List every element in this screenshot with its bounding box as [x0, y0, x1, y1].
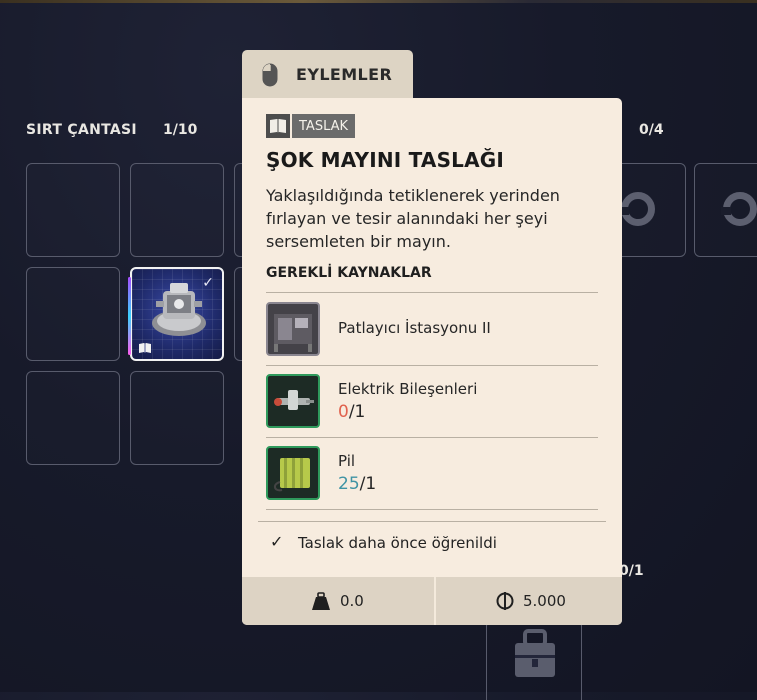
mouse-icon	[262, 63, 278, 87]
explosives-station-icon	[266, 302, 320, 356]
backpack-slot[interactable]	[26, 267, 120, 361]
item-price: 5.000	[523, 592, 566, 610]
backpack-title: SIRT ÇANTASI	[26, 122, 137, 138]
requirement-name: Patlayıcı İstasyonu II	[338, 319, 491, 337]
coin-icon	[496, 592, 514, 610]
actions-tab[interactable]: EYLEMLER	[242, 50, 413, 102]
safe-pocket-slot[interactable]	[486, 620, 582, 700]
empty-slot-ring-icon	[721, 192, 757, 226]
item-title: ŞOK MAYINI TASLAĞI	[266, 148, 505, 172]
right-panel-count: 0/4	[639, 122, 664, 138]
backpack-slot[interactable]	[130, 163, 224, 257]
requirement-name: Elektrik Bileşenleri	[338, 380, 478, 398]
requirement-quantity: 25/1	[338, 474, 377, 494]
checkmark-icon: ✓	[270, 532, 284, 551]
lock-icon	[515, 629, 555, 677]
blueprint-book-icon	[266, 114, 290, 138]
backpack-count: 1/10	[163, 122, 198, 138]
divider	[258, 521, 606, 522]
backpack-slot-selected[interactable]: ✓	[128, 267, 224, 361]
top-accent-line	[0, 0, 757, 3]
learned-status: Taslak daha önce öğrenildi	[298, 534, 497, 552]
owned-check-icon: ✓	[202, 275, 214, 291]
weight-icon	[312, 592, 330, 610]
item-weight: 0.0	[340, 592, 364, 610]
equipment-slot[interactable]	[694, 163, 757, 257]
actions-tab-label: EYLEMLER	[296, 65, 393, 84]
blueprint-book-icon	[139, 343, 151, 353]
backpack-slot[interactable]	[130, 371, 224, 465]
requirement-name: Pil	[338, 452, 356, 470]
requirement-item: Pil 25/1	[266, 437, 598, 510]
requirements-heading: GEREKLİ KAYNAKLAR	[266, 265, 432, 281]
tooltip-footer: 0.0 5.000	[242, 577, 622, 625]
electrical-components-icon	[266, 374, 320, 428]
requirement-quantity: 0/1	[338, 402, 366, 422]
lower-panel-count: 0/1	[619, 563, 644, 579]
item-type-label: TASLAK	[292, 114, 356, 138]
backpack-slot[interactable]	[26, 371, 120, 465]
item-type-tag: TASLAK	[266, 114, 356, 138]
footer-divider	[434, 577, 436, 625]
requirement-item: Patlayıcı İstasyonu II	[266, 293, 598, 366]
item-tooltip: TASLAK ŞOK MAYINI TASLAĞI Yaklaşıldığınd…	[242, 98, 622, 625]
rarity-bar	[128, 277, 131, 355]
requirement-item: Elektrik Bileşenleri 0/1	[266, 365, 598, 438]
empty-slot-ring-icon	[619, 192, 655, 226]
shock-mine-icon	[152, 283, 206, 336]
backpack-slot[interactable]	[26, 163, 120, 257]
item-description: Yaklaşıldığında tetiklenerek yerinden fı…	[266, 186, 560, 251]
battery-icon	[266, 446, 320, 500]
